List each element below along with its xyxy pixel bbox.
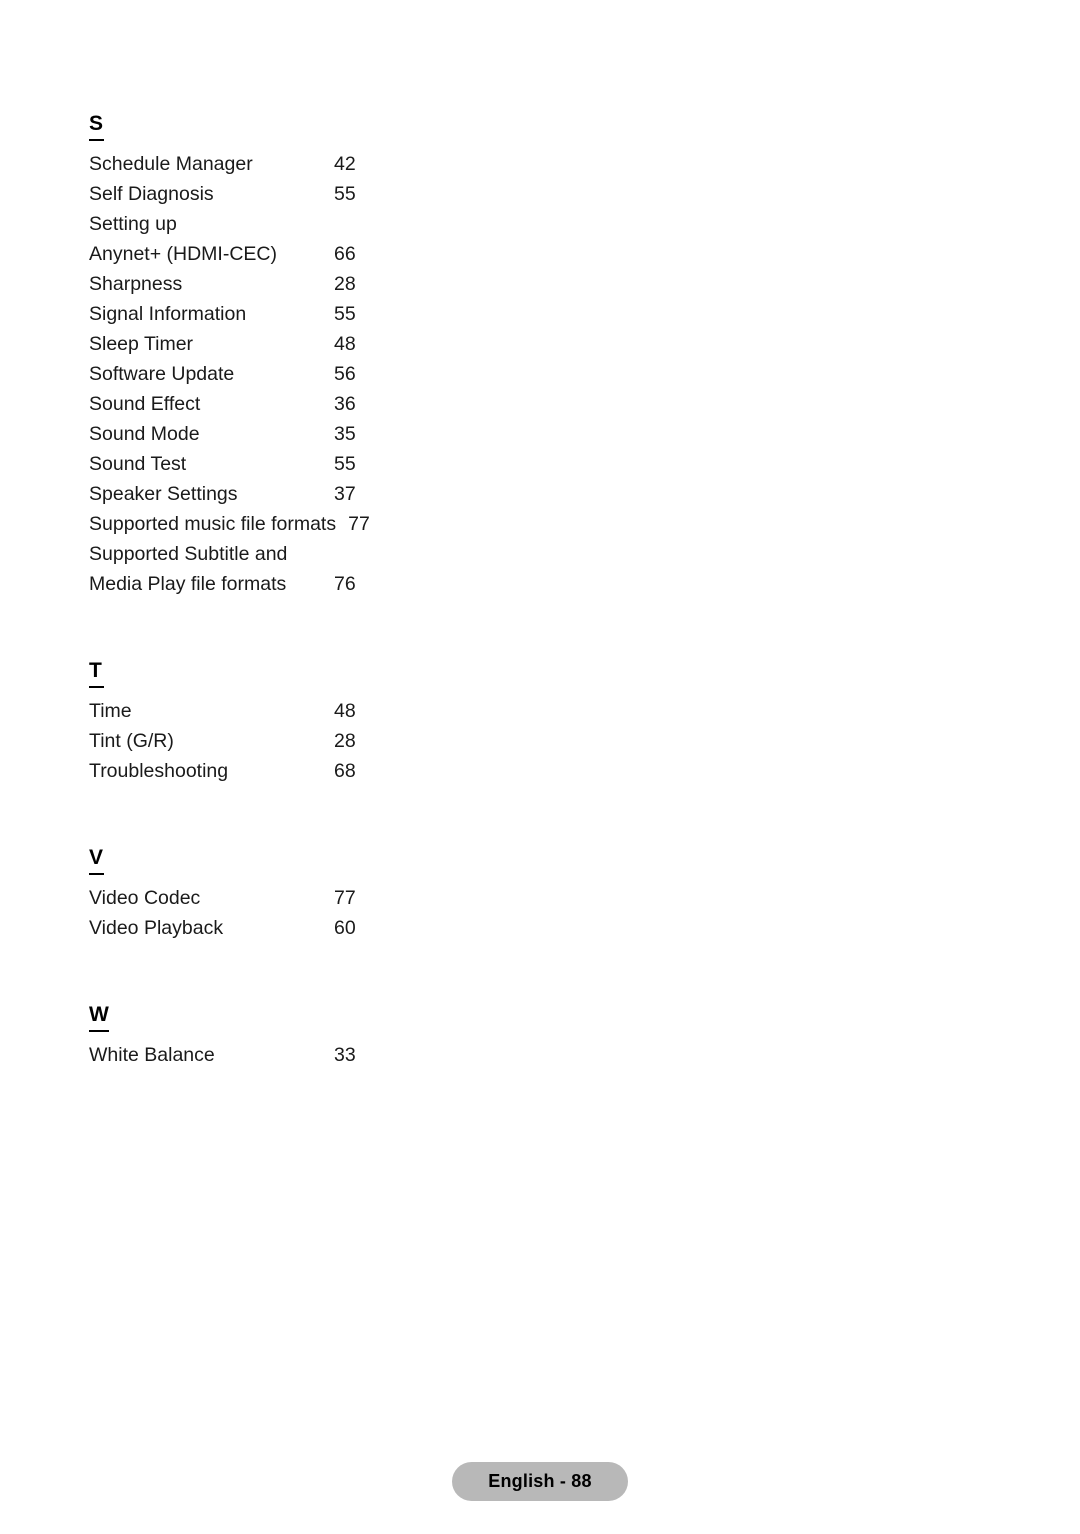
index-entry-page-number: 77 bbox=[334, 887, 356, 909]
index-entry-page-number: 55 bbox=[334, 453, 356, 475]
index-entry[interactable]: Schedule Manager 42 bbox=[89, 149, 509, 179]
index-entry-page-number: 28 bbox=[334, 730, 356, 752]
index-entry-page-number: 55 bbox=[334, 183, 356, 205]
index-entry[interactable]: Sound Effect 36 bbox=[89, 389, 509, 419]
index-entry-page-number: 55 bbox=[334, 303, 356, 325]
index-entry-page-number: 66 bbox=[334, 243, 356, 265]
index-entry[interactable]: Self Diagnosis 55 bbox=[89, 179, 509, 209]
index-entry-page-number: 56 bbox=[334, 363, 356, 385]
index-section: V Video Codec 77 Video Playback 60 bbox=[89, 846, 509, 943]
index-entry-title: Software Update bbox=[89, 363, 235, 385]
index-entry-title: Video Playback bbox=[89, 917, 224, 939]
index-entry[interactable]: Anynet+ (HDMI-CEC) 66 bbox=[89, 239, 509, 269]
index-entry[interactable]: Video Playback 60 bbox=[89, 913, 509, 943]
index-entry[interactable]: Speaker Settings 37 bbox=[89, 479, 509, 509]
index-entry-title: Schedule Manager bbox=[89, 153, 253, 175]
index-entry-page-number: 60 bbox=[334, 917, 356, 939]
index-entry[interactable]: Troubleshooting 68 bbox=[89, 756, 509, 786]
index-entry-page-number: 48 bbox=[334, 333, 356, 355]
index-entry[interactable]: Supported music file formats 77 bbox=[89, 509, 509, 539]
index-entry-page-number: 35 bbox=[334, 423, 356, 445]
index-entry-page-number: 28 bbox=[334, 273, 356, 295]
index-entry[interactable]: Sound Mode 35 bbox=[89, 419, 509, 449]
section-letter-heading: V bbox=[89, 846, 104, 875]
index-entry-title: White Balance bbox=[89, 1044, 215, 1066]
index-entry[interactable]: Media Play file formats 76 bbox=[89, 569, 509, 599]
index-entry[interactable]: Signal Information 55 bbox=[89, 299, 509, 329]
index-entry[interactable]: Sleep Timer 48 bbox=[89, 329, 509, 359]
index-entry-page-number: 77 bbox=[348, 513, 370, 535]
index-entry-title: Media Play file formats bbox=[89, 573, 287, 595]
index-entry-title: Troubleshooting bbox=[89, 760, 229, 782]
index-entry-title: Sound Test bbox=[89, 453, 187, 475]
index-sections-container: S Schedule Manager 42 Self Diagnosis 55 Setti… bbox=[89, 112, 509, 1070]
index-entry-page-number: 36 bbox=[334, 393, 356, 415]
index-entry-title: Video Codec bbox=[89, 887, 201, 909]
index-entry-page-number: 33 bbox=[334, 1044, 356, 1066]
index-entry-page-number: 48 bbox=[334, 700, 356, 722]
index-entry-page-number: 76 bbox=[334, 573, 356, 595]
section-letter-heading: W bbox=[89, 1003, 110, 1032]
index-section: T Time 48 Tint (G/R) 28 Troubleshooting 68 bbox=[89, 659, 509, 786]
index-entry[interactable]: White Balance 33 bbox=[89, 1040, 509, 1070]
section-letter-heading: S bbox=[89, 112, 104, 141]
index-entry-title: Signal Information bbox=[89, 303, 247, 325]
index-entry-page-number: 37 bbox=[334, 483, 356, 505]
index-section: S Schedule Manager 42 Self Diagnosis 55 Setti… bbox=[89, 112, 509, 599]
index-entry-page-number: 68 bbox=[334, 760, 356, 782]
index-section: W White Balance 33 bbox=[89, 1003, 509, 1070]
index-entry-title: Sleep Timer bbox=[89, 333, 194, 355]
index-entry-title: Supported music file formats bbox=[89, 513, 337, 535]
index-entry-title-line: Setting up bbox=[89, 213, 177, 235]
index-entry[interactable]: Software Update 56 bbox=[89, 359, 509, 389]
footer-page-label: English - 88 bbox=[488, 1471, 592, 1491]
index-entry-title: Sharpness bbox=[89, 273, 183, 295]
index-entry[interactable]: Tint (G/R) 28 bbox=[89, 726, 509, 756]
index-entry-title: Tint (G/R) bbox=[89, 730, 174, 752]
page-footer-badge: English - 88 bbox=[452, 1462, 628, 1501]
index-entry-title-line: Supported Subtitle and bbox=[89, 543, 288, 565]
index-entry-title: Sound Effect bbox=[89, 393, 201, 415]
index-entry-title: Speaker Settings bbox=[89, 483, 238, 505]
index-entry[interactable]: Time 48 bbox=[89, 696, 509, 726]
index-entry[interactable]: Sharpness 28 bbox=[89, 269, 509, 299]
index-entry-page-number: 42 bbox=[334, 153, 356, 175]
index-entry[interactable]: Video Codec 77 bbox=[89, 883, 509, 913]
index-entry[interactable]: Sound Test 55 bbox=[89, 449, 509, 479]
index-entry-title: Sound Mode bbox=[89, 423, 200, 445]
index-entry-title: Self Diagnosis bbox=[89, 183, 214, 205]
index-entry-title: Time bbox=[89, 700, 132, 722]
index-page: S Schedule Manager 42 Self Diagnosis 55 Setti… bbox=[0, 0, 1080, 1534]
index-entry-title: Anynet+ (HDMI-CEC) bbox=[89, 243, 277, 265]
section-letter-heading: T bbox=[89, 659, 104, 688]
